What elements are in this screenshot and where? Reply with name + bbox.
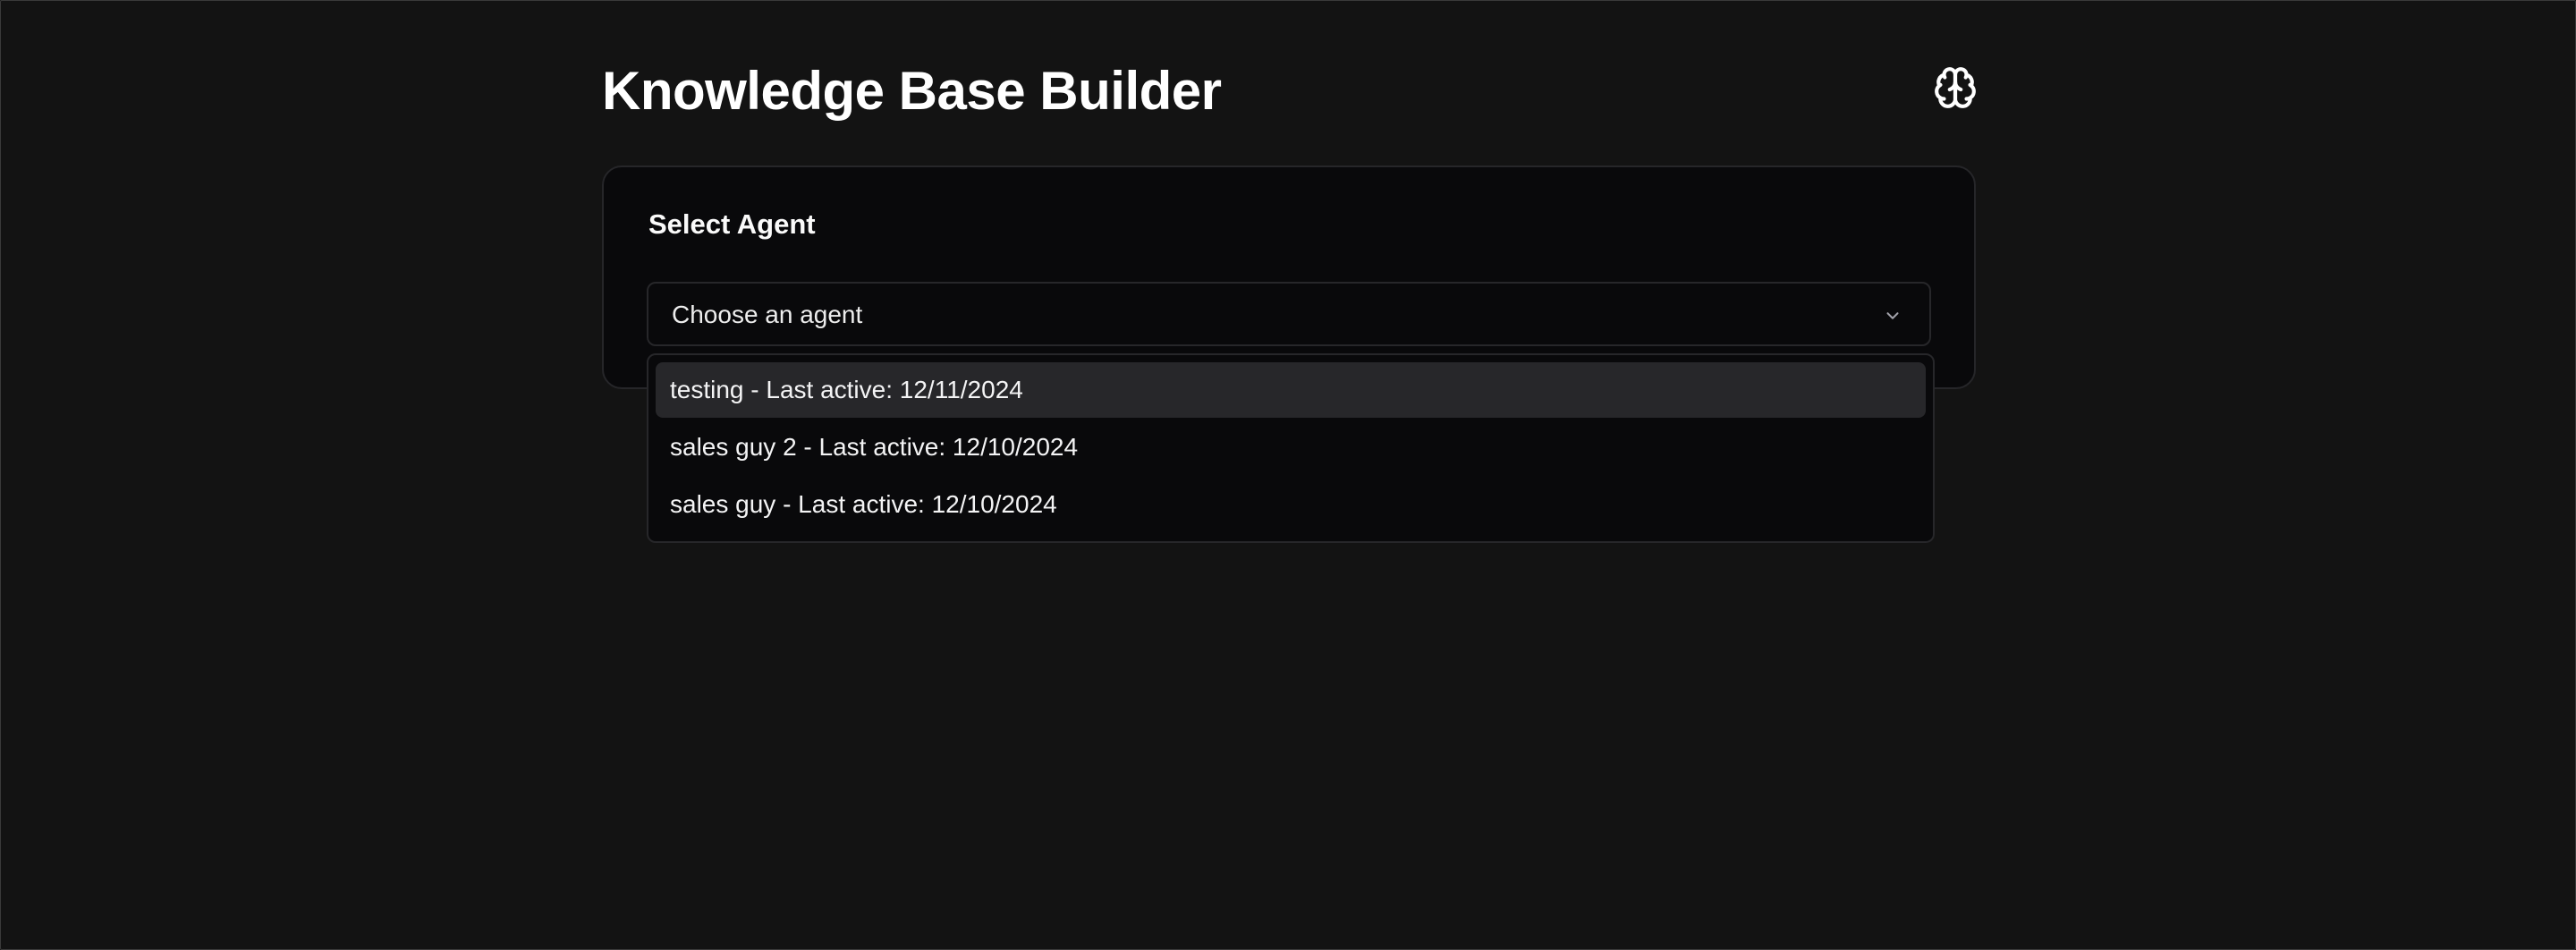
select-agent-label: Select Agent [648, 208, 816, 240]
agent-select-trigger[interactable]: Choose an agent [647, 282, 1931, 346]
page-title: Knowledge Base Builder [602, 61, 1222, 121]
agent-option-label: testing - Last active: 12/11/2024 [670, 376, 1023, 403]
agent-option-label: sales guy - Last active: 12/10/2024 [670, 490, 1057, 518]
agent-option-sales-guy-2[interactable]: sales guy 2 - Last active: 12/10/2024 [656, 420, 1926, 475]
agent-option-testing[interactable]: testing - Last active: 12/11/2024 [656, 362, 1926, 418]
chevron-down-icon [1886, 312, 1899, 319]
app-window: Knowledge Base Builder Select Agent Choo… [0, 0, 2576, 950]
agent-option-sales-guy[interactable]: sales guy - Last active: 12/10/2024 [656, 477, 1926, 532]
agent-dropdown-menu: testing - Last active: 12/11/2024 sales … [647, 353, 1935, 543]
page-header: Knowledge Base Builder [602, 55, 1978, 128]
brain-icon [1935, 67, 1976, 108]
agent-option-label: sales guy 2 - Last active: 12/10/2024 [670, 433, 1079, 461]
agent-select-placeholder: Choose an agent [672, 301, 863, 328]
